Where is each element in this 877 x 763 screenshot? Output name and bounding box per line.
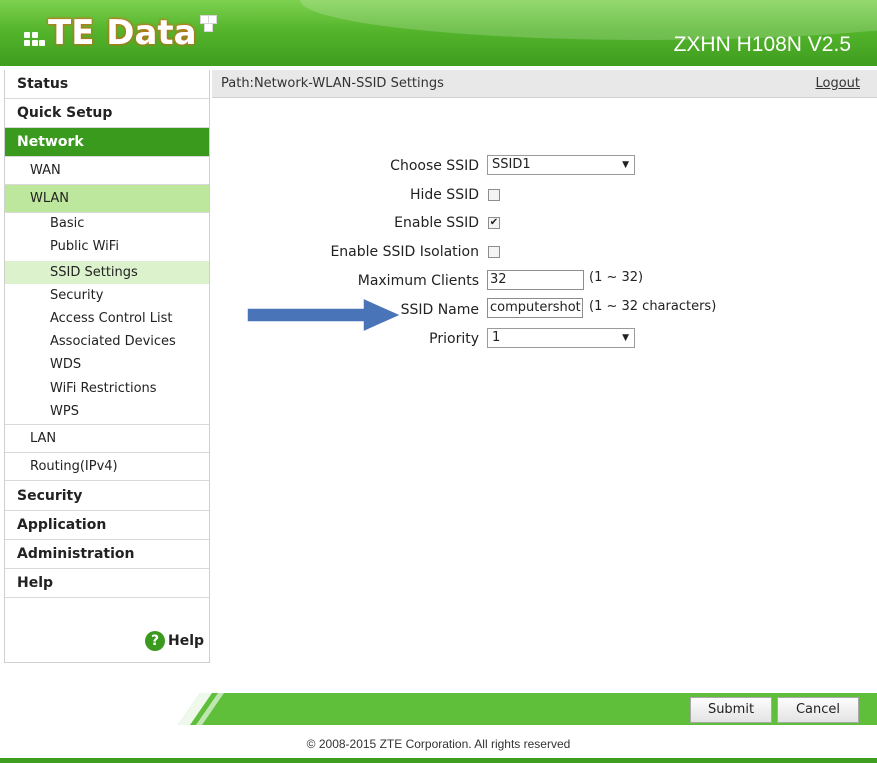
- hide-ssid-checkbox[interactable]: [488, 189, 500, 201]
- choose-ssid-value: SSID1: [492, 157, 531, 172]
- chevron-down-icon: ▼: [622, 333, 629, 343]
- footer-band: [178, 693, 877, 725]
- te-data-logo: TE Data: [22, 12, 217, 54]
- sidebar-nav: Status Quick Setup Network WAN WLAN Basi…: [4, 70, 210, 663]
- nav-wlan-associated-devices[interactable]: Associated Devices: [5, 330, 209, 353]
- annotation-arrow-icon: [246, 296, 403, 334]
- checkmark-icon: ✔: [489, 217, 499, 228]
- logo-text: TE Data: [48, 13, 197, 53]
- help-icon: ?: [145, 631, 165, 651]
- priority-value: 1: [492, 330, 501, 345]
- nav-wlan-public-wifi[interactable]: Public WiFi: [5, 235, 209, 258]
- nav-wlan-ssid-settings[interactable]: SSID Settings: [5, 261, 209, 284]
- nav-routing[interactable]: Routing(IPv4): [5, 453, 209, 481]
- bottom-border: [0, 758, 877, 763]
- logout-link[interactable]: Logout: [815, 76, 860, 91]
- max-clients-label: Maximum Clients: [357, 273, 479, 289]
- nav-wan[interactable]: WAN: [5, 157, 209, 185]
- nav-wlan[interactable]: WLAN: [5, 185, 209, 213]
- model-name: ZXHN H108N V2.5: [673, 33, 851, 56]
- nav-status[interactable]: Status: [5, 70, 209, 99]
- hide-ssid-label: Hide SSID: [409, 187, 479, 203]
- breadcrumb: Path:Network-WLAN-SSID Settings: [221, 76, 444, 91]
- ssid-name-input[interactable]: computershot: [487, 298, 583, 318]
- help-link-label: Help: [168, 633, 205, 649]
- logo-squares-icon: [199, 15, 217, 35]
- nav-quick-setup[interactable]: Quick Setup: [5, 99, 209, 128]
- ssid-isolation-checkbox[interactable]: [488, 246, 500, 258]
- ssid-name-label: SSID Name: [400, 302, 479, 318]
- choose-ssid-select[interactable]: SSID1 ▼: [487, 155, 635, 175]
- nav-wlan-security[interactable]: Security: [5, 284, 209, 307]
- nav-administration[interactable]: Administration: [5, 540, 209, 569]
- max-clients-hint: (1 ~ 32): [589, 270, 644, 285]
- ssid-name-hint: (1 ~ 32 characters): [589, 299, 717, 314]
- max-clients-input[interactable]: 32: [487, 270, 584, 290]
- logo-dots-icon: [22, 16, 46, 50]
- path-bar: Path:Network-WLAN-SSID Settings Logout: [212, 70, 877, 98]
- enable-ssid-checkbox[interactable]: ✔: [488, 217, 500, 229]
- nav-application[interactable]: Application: [5, 511, 209, 540]
- enable-ssid-label: Enable SSID: [394, 215, 479, 231]
- ssid-isolation-label: Enable SSID Isolation: [330, 244, 479, 260]
- nav-help[interactable]: Help: [5, 569, 209, 598]
- header-banner: TE Data ZXHN H108N V2.5: [0, 0, 877, 66]
- nav-network[interactable]: Network: [5, 128, 209, 157]
- nav-wlan-basic[interactable]: Basic: [5, 212, 209, 235]
- priority-label: Priority: [429, 331, 479, 347]
- cancel-button[interactable]: Cancel: [777, 697, 859, 723]
- priority-select[interactable]: 1 ▼: [487, 328, 635, 348]
- nav-lan[interactable]: LAN: [5, 425, 209, 453]
- copyright-text: © 2008-2015 ZTE Corporation. All rights …: [306, 737, 571, 751]
- chevron-down-icon: ▼: [622, 160, 629, 170]
- submit-button[interactable]: Submit: [690, 697, 772, 723]
- nav-wlan-wps[interactable]: WPS: [5, 400, 209, 425]
- nav-security[interactable]: Security: [5, 482, 209, 511]
- nav-wlan-wifi-restrictions[interactable]: WiFi Restrictions: [5, 377, 209, 400]
- nav-wlan-wds[interactable]: WDS: [5, 353, 209, 376]
- help-link[interactable]: ? Help: [145, 631, 204, 651]
- choose-ssid-label: Choose SSID: [390, 158, 479, 174]
- nav-wlan-acl[interactable]: Access Control List: [5, 307, 209, 330]
